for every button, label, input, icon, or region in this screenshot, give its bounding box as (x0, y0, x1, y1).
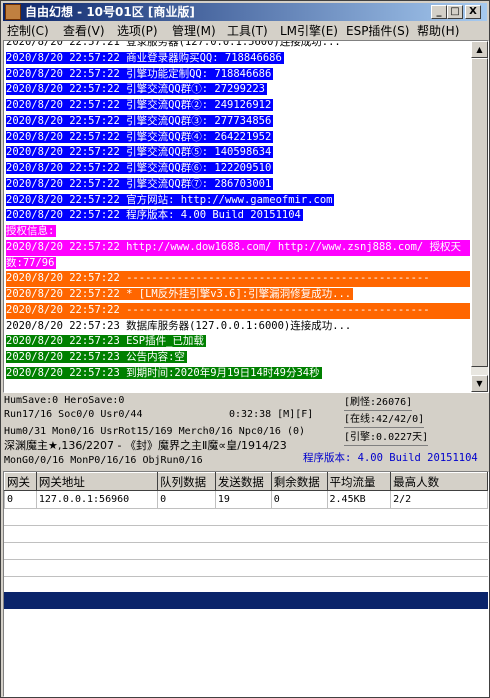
col-queue-data[interactable]: 队列数据 (157, 472, 216, 491)
status-refresh-monsters: [刷怪:26076] (344, 396, 413, 411)
scroll-thumb[interactable] (471, 58, 488, 367)
log-line: 2020/8/20 22:57:22 引擎功能定制QQ: 718846686 (6, 67, 274, 80)
maximize-button[interactable]: □ (447, 5, 463, 19)
status-objects: Hum0/31 Mon0/16 UsrRot15/169 Merch0/16 N… (4, 426, 306, 437)
log-scrollbar[interactable]: ▲ ▼ (471, 41, 488, 392)
menu-help[interactable]: 帮助(H) (417, 23, 459, 39)
col-gateway[interactable]: 网关 (4, 472, 37, 491)
gateway-table[interactable]: 网关 网关地址 队列数据 发送数据 剩余数据 平均流量 最高人数 0 127.0… (3, 471, 489, 697)
scroll-down-icon[interactable]: ▼ (471, 375, 488, 392)
col-average-traffic[interactable]: 平均流量 (326, 472, 392, 491)
col-send-data[interactable]: 发送数据 (214, 472, 272, 491)
gateway-grid: 网关 网关地址 队列数据 发送数据 剩余数据 平均流量 最高人数 0 127.0… (4, 472, 488, 509)
col-max-players[interactable]: 最高人数 (390, 472, 488, 491)
log-line: 2020/8/20 22:57:22 程序版本: 4.00 Build 2015… (6, 209, 303, 222)
log-panel[interactable]: 2020/8/20 22:57:21 登录服务器(127.0.0.1:5600)… (3, 40, 489, 393)
menu-bar: 控制(C) 查看(V) 选项(P) 管理(M) 工具(T) LM引擎(E) ES… (3, 22, 487, 40)
log-line: 2020/8/20 22:57:22 引擎交流QQ群②: 249126912 (6, 99, 274, 111)
menu-control[interactable]: 控制(C) (7, 23, 49, 39)
cell-gateway: 0 (4, 490, 37, 509)
log-line: 2020/8/20 22:57:23 ESP插件_已加载 (6, 335, 206, 348)
title-bar[interactable]: 自由幻想 - 10号01区 [商业版] _ □ X (3, 3, 487, 21)
status-engine: [引擎:0.0227天] (344, 431, 429, 446)
log-line: 2020/8/20 22:57:22 引擎交流QQ群①: 27299223 (6, 83, 267, 96)
menu-tools[interactable]: 工具(T) (227, 23, 268, 39)
log-line: 授权信息: (6, 225, 57, 237)
cell-address: 127.0.0.1:56960 (35, 490, 159, 509)
minimize-button[interactable]: _ (431, 5, 447, 19)
cell-send: 19 (214, 490, 272, 509)
col-remaining-data[interactable]: 剩余数据 (270, 472, 328, 491)
log-line: 数:77/96 (6, 256, 57, 269)
status-area: HumSave:0 HeroSave:0 [刷怪:26076] Run17/16… (1, 393, 490, 471)
log-line: 2020/8/20 22:57:22 商业登录器购买QQ: 718846686 (6, 51, 284, 64)
log-line: 2020/8/20 22:57:23 到期时间:2020年9月19日14时49分… (6, 366, 322, 379)
table-row[interactable]: 0 127.0.0.1:56960 0 19 0 2.45KB 2/2 (4, 490, 488, 509)
close-button[interactable]: X (465, 5, 481, 19)
status-online: [在线:42/42/0] (344, 413, 425, 428)
menu-options[interactable]: 选项(P) (117, 23, 158, 39)
log-line: 2020/8/20 22:57:22 引擎交流QQ群③: 277734856 (6, 114, 274, 127)
app-icon[interactable] (5, 4, 21, 20)
status-run: Run17/16 Soc0/0 Usr0/44 (4, 409, 143, 420)
empty-row[interactable] (4, 526, 488, 543)
log-line: 2020/8/20 22:57:22 http://www.dow1688.co… (6, 239, 470, 256)
menu-lm-engine[interactable]: LM引擎(E) (280, 23, 338, 39)
log-lines: 2020/8/20 22:57:21 登录服务器(127.0.0.1:5600)… (6, 40, 470, 382)
status-boss: 深渊魔主★,136/2207 - 《封》魔界之主Ⅱ魔∝皇/1914/23 (4, 439, 287, 452)
version-label: 程序版本: 4.00 Build 20151104 (303, 452, 478, 464)
empty-row[interactable] (4, 543, 488, 560)
status-save: HumSave:0 HeroSave:0 (4, 395, 125, 406)
menu-esp-plugin[interactable]: ESP插件(S) (346, 23, 409, 39)
cell-max-players: 2/2 (390, 490, 488, 509)
cell-remaining: 0 (270, 490, 328, 509)
log-line: 2020/8/20 22:57:22 引擎交流QQ群④: 264221952 (6, 130, 274, 143)
menu-manage[interactable]: 管理(M) (172, 23, 216, 39)
empty-row[interactable] (4, 509, 488, 526)
scroll-up-icon[interactable]: ▲ (471, 41, 488, 58)
window-title: 自由幻想 - 10号01区 [商业版] (25, 5, 195, 19)
main-window: 自由幻想 - 10号01区 [商业版] _ □ X 控制(C) 查看(V) 选项… (0, 0, 490, 698)
log-line: 2020/8/20 22:57:23 公告内容:空 (6, 351, 187, 363)
empty-rows (4, 509, 488, 594)
cell-traffic: 2.45KB (326, 490, 392, 509)
log-line: 2020/8/20 22:57:22 引擎交流QQ群⑤: 140598634 (6, 146, 274, 159)
menu-view[interactable]: 查看(V) (63, 23, 105, 39)
log-line: 2020/8/20 22:57:23 数据库服务器(127.0.0.1:6000… (6, 319, 352, 332)
log-line: 2020/8/20 22:57:22 * [LM反外挂引擎v3.6]:引擎漏洞修… (6, 288, 354, 300)
status-clock: 0:32:38 [M][F] (229, 409, 314, 420)
col-gateway-address[interactable]: 网关地址 (35, 472, 159, 491)
log-line: 2020/8/20 22:57:22 ---------------------… (6, 271, 470, 287)
log-line: 2020/8/20 22:57:22 ---------------------… (6, 302, 470, 319)
cell-queue: 0 (157, 490, 216, 509)
log-line: 2020/8/20 22:57:22 引擎交流QQ群⑦: 286703001 (6, 177, 274, 190)
selected-row-highlight[interactable] (4, 592, 488, 609)
log-line: 2020/8/20 22:57:21 登录服务器(127.0.0.1:5600)… (6, 40, 341, 48)
log-line: 2020/8/20 22:57:22 引擎交流QQ群⑥: 122209510 (6, 162, 274, 174)
log-line: 2020/8/20 22:57:22 官方网站: http://www.game… (6, 193, 335, 206)
empty-row[interactable] (4, 560, 488, 577)
status-monsters: MonG0/0/16 MonP0/16/16 ObjRun0/16 (4, 455, 203, 466)
